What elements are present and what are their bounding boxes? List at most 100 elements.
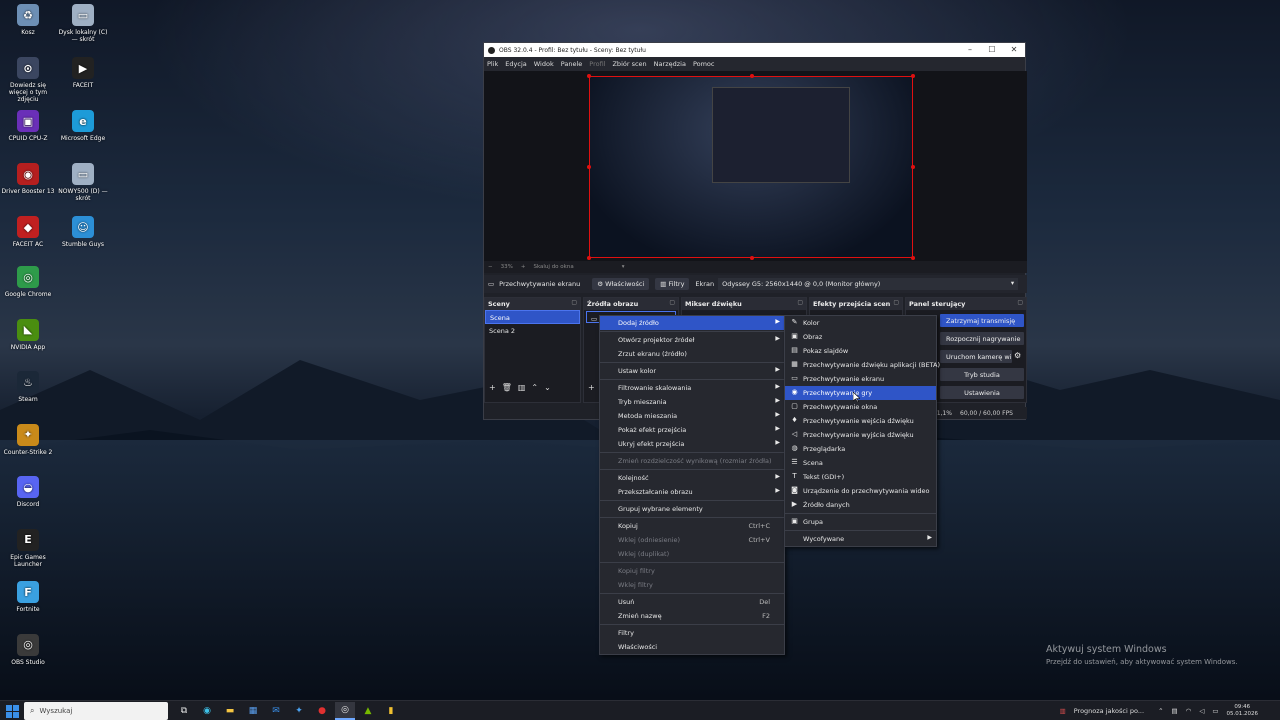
menu-item[interactable]: Pomoc xyxy=(693,60,715,68)
gear-icon[interactable]: ⚙ xyxy=(1014,351,1021,360)
windows-start-icon[interactable] xyxy=(4,703,20,719)
preview-canvas[interactable] xyxy=(587,74,915,260)
add-source-item[interactable]: ▤ Pokaz slajdów xyxy=(785,344,936,358)
battery-icon[interactable]: ▭ xyxy=(1212,707,1218,715)
menu-item[interactable]: Zbiór scen xyxy=(612,60,646,68)
menu-item[interactable]: Panele xyxy=(561,60,583,68)
zoom-mode[interactable]: Skaluj do okna xyxy=(533,264,573,270)
desktop-icon[interactable]: ◆ FACEIT AC xyxy=(1,216,55,248)
desktop-icon[interactable]: ◎ Google Chrome xyxy=(1,266,55,298)
context-menu-item[interactable]: Tryb mieszania ▶ xyxy=(600,395,784,409)
add-source-item[interactable]: ◙ Urządzenie do przechwytywania wideo xyxy=(785,484,936,498)
stop-stream-button[interactable]: Zatrzymaj transmisję xyxy=(940,314,1024,327)
weather-text[interactable]: Prognoza jakości po... xyxy=(1074,707,1144,715)
taskbar-search[interactable]: ⌕ Wyszukaj xyxy=(24,701,168,720)
add-source-item[interactable]: ▢ Przechwytywanie okna xyxy=(785,400,936,414)
filters-button[interactable]: ▥ Filtry xyxy=(655,278,690,290)
add-source-item[interactable]: ▣ Grupa xyxy=(785,515,936,529)
zoom-in-button[interactable]: + xyxy=(521,264,526,270)
minimize-icon[interactable]: – xyxy=(959,43,981,57)
trash-icon[interactable]: 🗑 xyxy=(502,383,512,392)
context-menu-item[interactable]: Usuń Del xyxy=(600,595,784,609)
preview-area[interactable] xyxy=(484,71,1027,261)
scene-item[interactable]: Scena xyxy=(485,310,580,324)
chevron-down-icon[interactable]: ▾ xyxy=(622,264,625,270)
desktop-icon[interactable]: ◉ Driver Booster 13 xyxy=(1,163,55,195)
resize-handle[interactable] xyxy=(911,256,915,260)
task-view-icon[interactable]: ⧉ xyxy=(174,702,194,720)
add-source-item[interactable]: ◍ Przeglądarka xyxy=(785,442,936,456)
context-menu-item[interactable]: Kolejność ▶ xyxy=(600,471,784,485)
add-source-item[interactable]: ◁ Przechwytywanie wyjścia dźwięku xyxy=(785,428,936,442)
edge-icon[interactable]: ◉ xyxy=(197,702,217,720)
menu-item[interactable]: Narzędzia xyxy=(654,60,686,68)
start-recording-button[interactable]: Rozpocznij nagrywanie xyxy=(940,332,1024,345)
context-menu-item[interactable]: Grupuj wybrane elementy xyxy=(600,502,784,516)
context-menu-item[interactable]: Filtrowanie skalowania ▶ xyxy=(600,381,784,395)
context-menu-item[interactable]: Ukryj efekt przejścia ▶ xyxy=(600,437,784,451)
resize-handle[interactable] xyxy=(587,256,591,260)
screen-select[interactable]: Odyssey G5: 2560x1440 @ 0,0 (Monitor głó… xyxy=(718,278,1019,290)
add-icon[interactable]: + xyxy=(489,383,496,392)
add-source-item[interactable]: ▦ Przechwytywanie dźwięku aplikacji (BETA… xyxy=(785,358,940,372)
menu-item[interactable]: Widok xyxy=(534,60,554,68)
outlook-icon[interactable]: ✉ xyxy=(266,702,286,720)
desktop-icon[interactable]: ♻ Kosz xyxy=(1,4,55,36)
weather-icon[interactable]: ▥ xyxy=(1060,707,1066,715)
menu-item[interactable]: Profil xyxy=(589,60,605,68)
add-icon[interactable]: + xyxy=(588,383,595,392)
desktop-icon[interactable]: ◒ Discord xyxy=(1,476,55,508)
context-menu-item[interactable]: Przekształcanie obrazu ▶ xyxy=(600,485,784,499)
filter-icon[interactable]: ▥ xyxy=(518,383,526,392)
context-menu-item[interactable]: Ustaw kolor ▶ xyxy=(600,364,784,378)
desktop-icon[interactable]: ◎ OBS Studio xyxy=(1,633,55,666)
resize-handle[interactable] xyxy=(911,165,915,169)
studio-mode-button[interactable]: Tryb studia xyxy=(940,368,1024,381)
close-icon[interactable]: ✕ xyxy=(1003,43,1025,57)
add-source-item[interactable]: ☰ Scena xyxy=(785,456,936,470)
desktop-icon[interactable]: ▭ Dysk lokalny (C) — skrót xyxy=(56,4,110,43)
context-menu-item[interactable]: Otwórz projektor źródeł ▶ xyxy=(600,333,784,347)
desktop-icon[interactable]: ✦ Counter-Strike 2 xyxy=(1,423,55,456)
context-menu-item[interactable]: Zmień nazwę F2 xyxy=(600,609,784,623)
nvidia-icon[interactable]: ▲ xyxy=(358,702,378,720)
chevron-up-icon[interactable]: ⌃ xyxy=(1158,707,1163,715)
wifi-icon[interactable]: ◠ xyxy=(1186,707,1192,715)
arrow-up-icon[interactable]: ⌃ xyxy=(531,383,538,392)
desktop-icon[interactable]: ⊙ Dowiedz się więcej o tym zdjęciu xyxy=(1,57,55,103)
resize-handle[interactable] xyxy=(750,74,754,78)
context-menu-item[interactable]: Kopiuj Ctrl+C xyxy=(600,519,784,533)
desktop-icon[interactable]: F Fortnite xyxy=(1,581,55,613)
desktop-icon[interactable]: ♨ Steam xyxy=(1,371,55,403)
context-menu-item[interactable]: Metoda mieszania ▶ xyxy=(600,409,784,423)
resize-handle[interactable] xyxy=(911,74,915,78)
volume-icon[interactable]: ◁ xyxy=(1199,707,1204,715)
clock[interactable]: 09:46 05.01.2026 xyxy=(1227,704,1259,718)
context-menu-item[interactable]: Pokaż efekt przejścia ▶ xyxy=(600,423,784,437)
arrow-down-icon[interactable]: ⌄ xyxy=(544,383,551,392)
desktop-icon[interactable]: ▣ CPUID CPU-Z xyxy=(1,110,55,142)
settings-button[interactable]: Ustawienia xyxy=(940,386,1024,399)
resize-handle[interactable] xyxy=(587,165,591,169)
desktop-icon[interactable]: ▶ FACEIT xyxy=(56,57,110,89)
store-icon[interactable]: ▦ xyxy=(243,702,263,720)
add-source-item[interactable]: T Tekst (GDI+) xyxy=(785,470,936,484)
desktop-icon[interactable]: e Microsoft Edge xyxy=(56,110,110,142)
context-menu-item[interactable]: Dodaj źródło ▶ xyxy=(600,316,784,330)
desktop-icon[interactable]: ◣ NVIDIA App xyxy=(1,318,55,351)
resize-handle[interactable] xyxy=(587,74,591,78)
add-source-item[interactable]: ◉ Przechwytywanie gry xyxy=(785,386,936,400)
desktop-icon[interactable]: ▭ NOWY500 (D) — skrót xyxy=(56,163,110,202)
properties-button[interactable]: ⚙ Właściwości xyxy=(592,278,650,290)
context-menu-item[interactable]: Właściwości xyxy=(600,640,784,654)
network-icon[interactable]: ▤ xyxy=(1172,707,1178,715)
context-menu-item[interactable]: Zrzut ekranu (źródło) xyxy=(600,347,784,361)
context-menu-item[interactable]: Filtry xyxy=(600,626,784,640)
add-source-item[interactable]: ▶ Źródło danych xyxy=(785,498,936,512)
add-source-item[interactable]: ▭ Przechwytywanie ekranu xyxy=(785,372,936,386)
obs-title-bar[interactable]: OBS 32.0.4 - Profil: Bez tytułu - Sceny:… xyxy=(484,43,1025,57)
zoom-out-button[interactable]: − xyxy=(488,264,493,270)
menu-item[interactable]: Edycja xyxy=(505,60,526,68)
counter-strike-icon[interactable]: ▮ xyxy=(381,702,401,720)
obs-taskbar-icon[interactable]: ◎ xyxy=(335,701,355,720)
